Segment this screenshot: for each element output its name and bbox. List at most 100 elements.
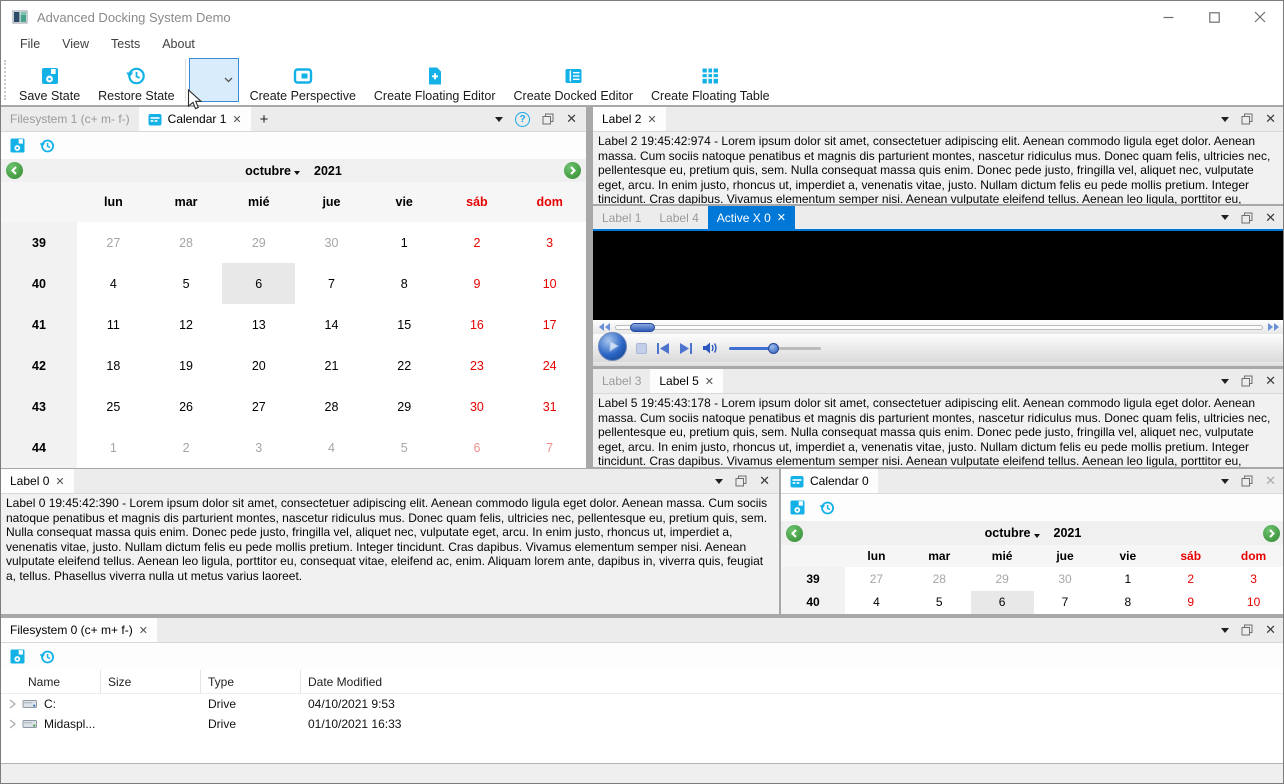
restore-history-icon[interactable] [819, 500, 835, 516]
dock-close-icon[interactable]: ✕ [1265, 111, 1276, 127]
day-cell-16[interactable]: 16 [441, 304, 514, 345]
tab-label-0[interactable]: Label 0 ✕ [1, 469, 74, 493]
tabs-menu-icon[interactable] [1221, 215, 1230, 220]
day-cell-29[interactable]: 29 [971, 567, 1034, 591]
day-cell-13[interactable]: 13 [222, 304, 295, 345]
day-cell-8[interactable]: 8 [368, 263, 441, 304]
day-cell-11[interactable]: 11 [77, 304, 150, 345]
tab-calendar-0[interactable]: Calendar 0 [781, 469, 878, 493]
day-cell-7[interactable]: 7 [295, 263, 368, 304]
create-floating-editor-button[interactable]: Create Floating Editor [365, 57, 505, 103]
tab-label-2[interactable]: Label 2 ✕ [593, 107, 666, 131]
day-cell-20[interactable]: 20 [222, 345, 295, 386]
tree-row[interactable]: Midaspl... Drive 01/10/2021 16:33 [1, 714, 1283, 734]
day-cell-12[interactable]: 12 [150, 304, 223, 345]
seek-thumb[interactable] [630, 322, 655, 332]
close-icon[interactable] [1237, 1, 1283, 33]
day-cell-6[interactable]: 6 [970, 590, 1034, 614]
help-icon[interactable]: ? [515, 111, 531, 127]
save-icon[interactable] [10, 138, 25, 153]
day-cell-4[interactable]: 4 [77, 263, 150, 304]
tab-calendar-1[interactable]: Calendar 1 ✕ [138, 107, 251, 131]
dock-close-icon[interactable]: ✕ [759, 473, 770, 489]
day-cell-17[interactable]: 17 [513, 304, 586, 345]
day-cell-3[interactable]: 3 [1222, 567, 1283, 591]
undock-icon[interactable] [735, 475, 747, 487]
tab-close-icon[interactable]: ✕ [55, 475, 64, 488]
add-tab-button[interactable]: + [251, 107, 278, 131]
dock-close-icon[interactable]: ✕ [1265, 373, 1276, 389]
save-icon[interactable] [790, 500, 805, 515]
save-state-button[interactable]: Save State [10, 57, 89, 103]
day-cell-22[interactable]: 22 [368, 345, 441, 386]
tabs-menu-icon[interactable] [495, 116, 504, 122]
day-cell-2[interactable]: 2 [441, 222, 514, 263]
next-month-button[interactable] [564, 162, 581, 179]
tab-filesystem-1-c-m-f[interactable]: Filesystem 1 (c+ m- f-) [1, 107, 139, 131]
dock-close-icon[interactable]: ✕ [1265, 622, 1276, 638]
expand-chevron-icon[interactable] [9, 719, 16, 729]
restore-history-icon[interactable] [39, 649, 55, 665]
year-button[interactable]: 2021 [314, 164, 342, 178]
day-cell-24[interactable]: 24 [513, 345, 586, 386]
day-cell-10[interactable]: 10 [1222, 591, 1283, 615]
day-cell-4[interactable]: 4 [295, 427, 368, 468]
create-floating-table-button[interactable]: Create Floating Table [642, 57, 779, 103]
tab-close-icon[interactable]: ✕ [647, 113, 656, 126]
day-cell-18[interactable]: 18 [77, 345, 150, 386]
tab-close-icon[interactable]: ✕ [232, 113, 241, 126]
undock-icon[interactable] [1241, 624, 1253, 636]
column-name[interactable]: Name [1, 670, 101, 693]
day-cell-1[interactable]: 1 [368, 222, 441, 263]
previous-button[interactable] [656, 342, 670, 354]
maximize-icon[interactable] [1191, 1, 1237, 33]
tree-row[interactable]: C: Drive 04/10/2021 9:53 [1, 694, 1283, 714]
next-month-button[interactable] [1263, 524, 1280, 542]
undock-icon[interactable] [1241, 475, 1253, 487]
expand-chevron-icon[interactable] [9, 699, 16, 709]
day-cell-15[interactable]: 15 [368, 304, 441, 345]
column-size[interactable]: Size [101, 670, 201, 693]
tabs-menu-icon[interactable] [1221, 378, 1230, 384]
day-cell-28[interactable]: 28 [150, 222, 223, 263]
year-button[interactable]: 2021 [1054, 526, 1082, 540]
play-button[interactable] [598, 331, 627, 361]
dock-close-icon[interactable]: ✕ [566, 111, 577, 127]
undock-icon[interactable] [1241, 113, 1253, 125]
day-cell-5[interactable]: 5 [368, 427, 441, 468]
column-date-modified[interactable]: Date Modified [301, 670, 1283, 693]
menu-tests[interactable]: Tests [100, 37, 151, 51]
prev-month-button[interactable] [786, 524, 803, 542]
day-cell-21[interactable]: 21 [295, 345, 368, 386]
tab-label-3[interactable]: Label 3 [593, 369, 650, 393]
seek-track[interactable] [615, 322, 1263, 332]
day-cell-1[interactable]: 1 [1096, 567, 1159, 591]
undock-icon[interactable] [1241, 212, 1253, 224]
tab-close-icon[interactable]: ✕ [777, 211, 786, 224]
day-cell-5[interactable]: 5 [908, 591, 971, 615]
day-cell-30[interactable]: 30 [441, 386, 514, 427]
day-cell-5[interactable]: 5 [150, 263, 223, 304]
day-cell-29[interactable]: 29 [222, 222, 295, 263]
day-cell-6[interactable]: 6 [441, 427, 514, 468]
next-button[interactable] [679, 342, 693, 354]
dock-close-icon[interactable]: ✕ [1265, 210, 1276, 226]
day-cell-1[interactable]: 1 [77, 427, 150, 468]
tab-label-4[interactable]: Label 4 [650, 206, 707, 229]
tab-close-icon[interactable]: ✕ [139, 624, 148, 637]
undock-icon[interactable] [1241, 375, 1253, 387]
day-cell-30[interactable]: 30 [295, 222, 368, 263]
day-cell-28[interactable]: 28 [908, 567, 971, 591]
tab-filesystem-0-c-m-f[interactable]: Filesystem 0 (c+ m+ f-) ✕ [1, 618, 157, 642]
month-button[interactable]: octubre [245, 164, 301, 178]
restore-history-icon[interactable] [39, 138, 55, 154]
fast-forward-icon[interactable] [1268, 323, 1279, 331]
tab-active-x-0[interactable]: Active X 0 ✕ [707, 206, 795, 229]
day-cell-6[interactable]: 6 [222, 263, 296, 304]
day-cell-27[interactable]: 27 [77, 222, 150, 263]
volume-slider[interactable] [729, 342, 821, 354]
day-cell-14[interactable]: 14 [295, 304, 368, 345]
month-button[interactable]: octubre [985, 526, 1040, 540]
tabs-menu-icon[interactable] [715, 478, 724, 484]
prev-month-button[interactable] [6, 162, 23, 179]
